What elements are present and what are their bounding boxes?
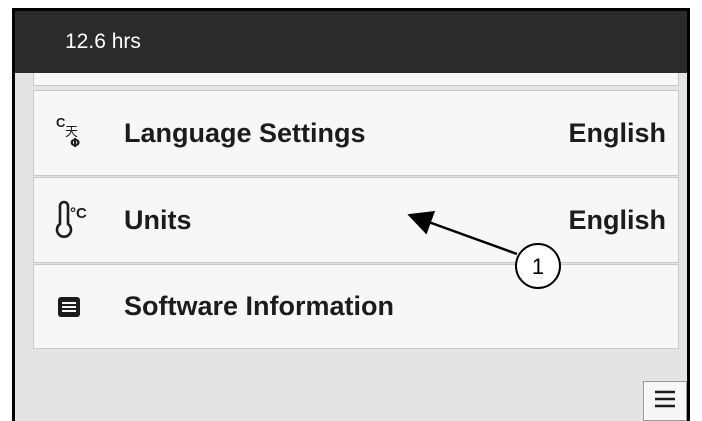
callout-number: 1 [532, 254, 544, 279]
callout-arrow [407, 211, 518, 256]
callout-annotation: 1 [407, 211, 561, 289]
